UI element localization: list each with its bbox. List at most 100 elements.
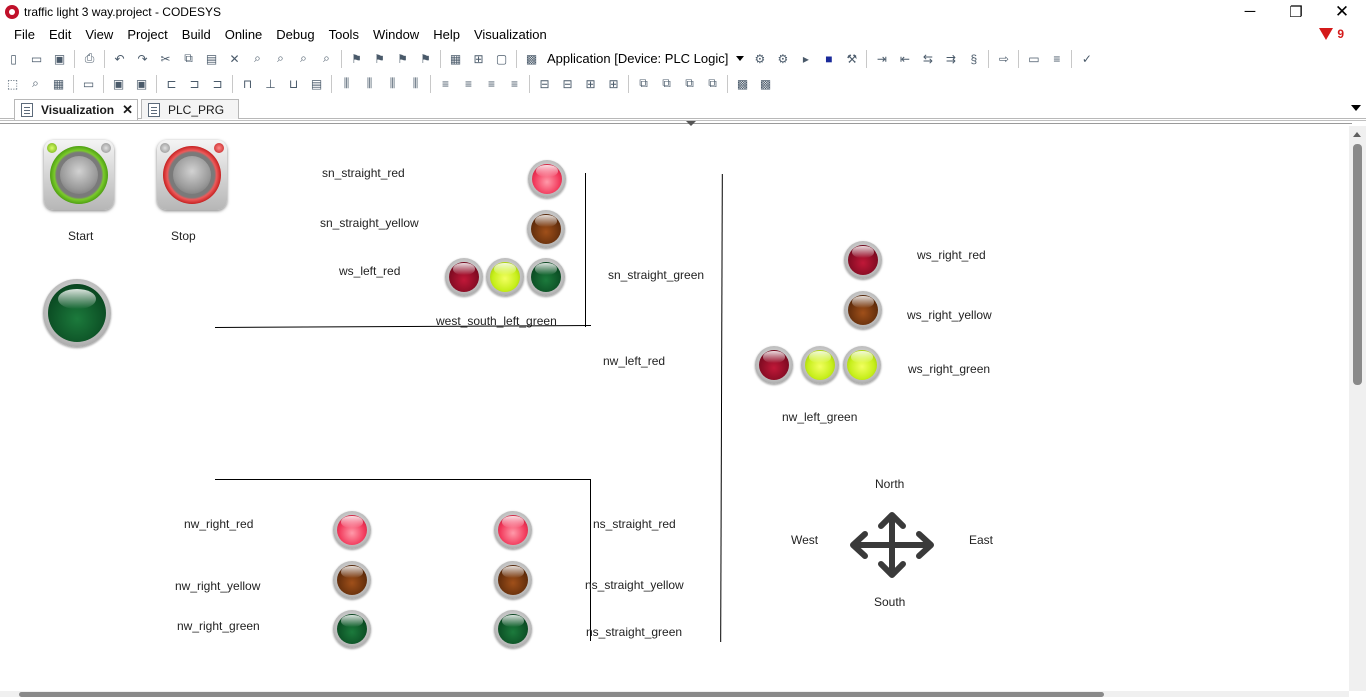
device-icon[interactable]: ▢ <box>492 49 511 68</box>
splitter-handle-icon[interactable] <box>686 121 696 126</box>
menu-tools[interactable]: Tools <box>322 23 366 46</box>
menu-debug[interactable]: Debug <box>269 23 321 46</box>
find-previous-icon[interactable]: ⌕ <box>294 49 313 68</box>
increase-spacing-icon[interactable]: ≡ <box>459 74 478 93</box>
background-icon[interactable]: ▩ <box>733 74 752 93</box>
start-button[interactable] <box>44 140 114 210</box>
print-icon[interactable]: ⎙ <box>80 49 99 68</box>
same-width-icon[interactable]: ⫼ <box>360 74 379 93</box>
step-out-icon[interactable]: ⇆ <box>918 49 937 68</box>
application-selector[interactable]: Application [Device: PLC Logic] <box>543 49 748 69</box>
align-middle-icon[interactable]: ⊥ <box>261 74 280 93</box>
messages-indicator[interactable]: 9 <box>1319 27 1344 41</box>
align-right-icon[interactable]: ⊐ <box>208 74 227 93</box>
horizontal-scrollbar[interactable] <box>0 691 1349 697</box>
distribute-vertical-icon[interactable]: ≡ <box>436 74 455 93</box>
toolbar-separator <box>727 74 728 93</box>
add-object-icon[interactable]: ⊞ <box>469 49 488 68</box>
menu-visualization[interactable]: Visualization <box>467 23 554 46</box>
menu-build[interactable]: Build <box>175 23 218 46</box>
close-button[interactable]: ✕ <box>1319 0 1365 23</box>
stop-button[interactable] <box>157 140 227 210</box>
check-icon[interactable]: ✓ <box>1077 49 1096 68</box>
align-top-icon[interactable]: ⊓ <box>238 74 257 93</box>
scroll-up-icon[interactable] <box>1353 132 1361 137</box>
save-icon[interactable]: ▣ <box>50 49 69 68</box>
center-horizontal-icon[interactable]: ⊟ <box>535 74 554 93</box>
tab-list-dropdown-icon[interactable] <box>1351 105 1361 111</box>
replace-icon[interactable]: ⌕ <box>317 49 336 68</box>
toolbar-separator <box>74 49 75 68</box>
frame-icon[interactable]: ▭ <box>79 74 98 93</box>
bookmark-clear-icon[interactable]: ⚑ <box>416 49 435 68</box>
menu-window[interactable]: Window <box>366 23 426 46</box>
build-icon[interactable]: ▩ <box>522 49 541 68</box>
horizontal-scroll-thumb[interactable] <box>19 692 1104 697</box>
window-icon[interactable]: ▦ <box>446 49 465 68</box>
restore-button[interactable]: ❐ <box>1273 0 1319 23</box>
menu-view[interactable]: View <box>78 23 120 46</box>
new-file-icon[interactable]: ▯ <box>4 49 23 68</box>
bring-forward-icon[interactable]: ⧉ <box>657 74 676 93</box>
vertical-scroll-thumb[interactable] <box>1353 144 1362 385</box>
bookmark-icon[interactable]: ⚑ <box>347 49 366 68</box>
find-next-icon[interactable]: ⌕ <box>271 49 290 68</box>
step-into-icon[interactable]: ⇤ <box>895 49 914 68</box>
find-icon[interactable]: ⌕ <box>248 49 267 68</box>
select-element-icon[interactable]: ⬚ <box>3 74 22 93</box>
logout-icon[interactable]: ⚙ <box>773 49 792 68</box>
compass-west-label: West <box>791 533 819 547</box>
vertical-scrollbar[interactable] <box>1349 126 1366 691</box>
bookmark-next-icon[interactable]: ⚑ <box>370 49 389 68</box>
fit-icon[interactable]: ⊞ <box>604 74 623 93</box>
menu-edit[interactable]: Edit <box>42 23 78 46</box>
tab-close-icon[interactable]: ✕ <box>122 102 133 118</box>
same-spacing-icon[interactable]: ⫼ <box>406 74 425 93</box>
editor-splitter[interactable] <box>0 123 1352 125</box>
menu-help[interactable]: Help <box>426 23 467 46</box>
grid-icon[interactable]: ▩ <box>756 74 775 93</box>
undo-icon[interactable]: ↶ <box>110 49 129 68</box>
table-icon[interactable]: ▦ <box>49 74 68 93</box>
delete-icon[interactable]: ✕ <box>225 49 244 68</box>
minimize-button[interactable]: ─ <box>1227 0 1273 23</box>
distribute-horizontal-icon[interactable]: ⫼ <box>337 74 356 93</box>
cut-icon[interactable]: ✂ <box>156 49 175 68</box>
open-folder-icon[interactable]: ▭ <box>27 49 46 68</box>
write-values-icon[interactable]: ▭ <box>1024 49 1043 68</box>
center-both-icon[interactable]: ⊞ <box>581 74 600 93</box>
tab-plc-prg[interactable]: PLC_PRG <box>141 99 239 119</box>
toolbar-separator <box>341 49 342 68</box>
redo-icon[interactable]: ↷ <box>133 49 152 68</box>
bring-to-front-icon[interactable]: ⧉ <box>634 74 653 93</box>
bookmark-previous-icon[interactable]: ⚑ <box>393 49 412 68</box>
align-bottom-icon[interactable]: ⊔ <box>284 74 303 93</box>
copy-icon[interactable]: ⧉ <box>179 49 198 68</box>
force-values-icon[interactable]: ⇨ <box>994 49 1013 68</box>
breakpoint-icon[interactable]: § <box>964 49 983 68</box>
tab-visualization[interactable]: Visualization ✕ <box>14 99 138 120</box>
stop-icon[interactable]: ■ <box>819 49 838 68</box>
align-left-icon[interactable]: ⊏ <box>162 74 181 93</box>
run-to-cursor-icon[interactable]: ⇉ <box>941 49 960 68</box>
same-size-icon[interactable]: ▤ <box>307 74 326 93</box>
menu-online[interactable]: Online <box>218 23 270 46</box>
align-center-icon[interactable]: ⊐ <box>185 74 204 93</box>
remove-spacing-icon[interactable]: ≡ <box>505 74 524 93</box>
login-icon[interactable]: ⚙ <box>750 49 769 68</box>
step-over-icon[interactable]: ⇥ <box>872 49 891 68</box>
reset-icon[interactable]: ⚒ <box>842 49 861 68</box>
decrease-spacing-icon[interactable]: ≡ <box>482 74 501 93</box>
menu-file[interactable]: File <box>0 23 42 46</box>
send-backward-icon[interactable]: ⧉ <box>680 74 699 93</box>
center-vertical-icon[interactable]: ⊟ <box>558 74 577 93</box>
filter-toolbar-icon[interactable]: ≡ <box>1047 49 1066 68</box>
menu-project[interactable]: Project <box>120 23 174 46</box>
ungroup-icon[interactable]: ▣ <box>132 74 151 93</box>
paste-icon[interactable]: ▤ <box>202 49 221 68</box>
group-icon[interactable]: ▣ <box>109 74 128 93</box>
start-icon[interactable]: ▸ <box>796 49 815 68</box>
send-to-back-icon[interactable]: ⧉ <box>703 74 722 93</box>
same-height-icon[interactable]: ⫼ <box>383 74 402 93</box>
zoom-icon[interactable]: ⌕ <box>26 74 45 93</box>
